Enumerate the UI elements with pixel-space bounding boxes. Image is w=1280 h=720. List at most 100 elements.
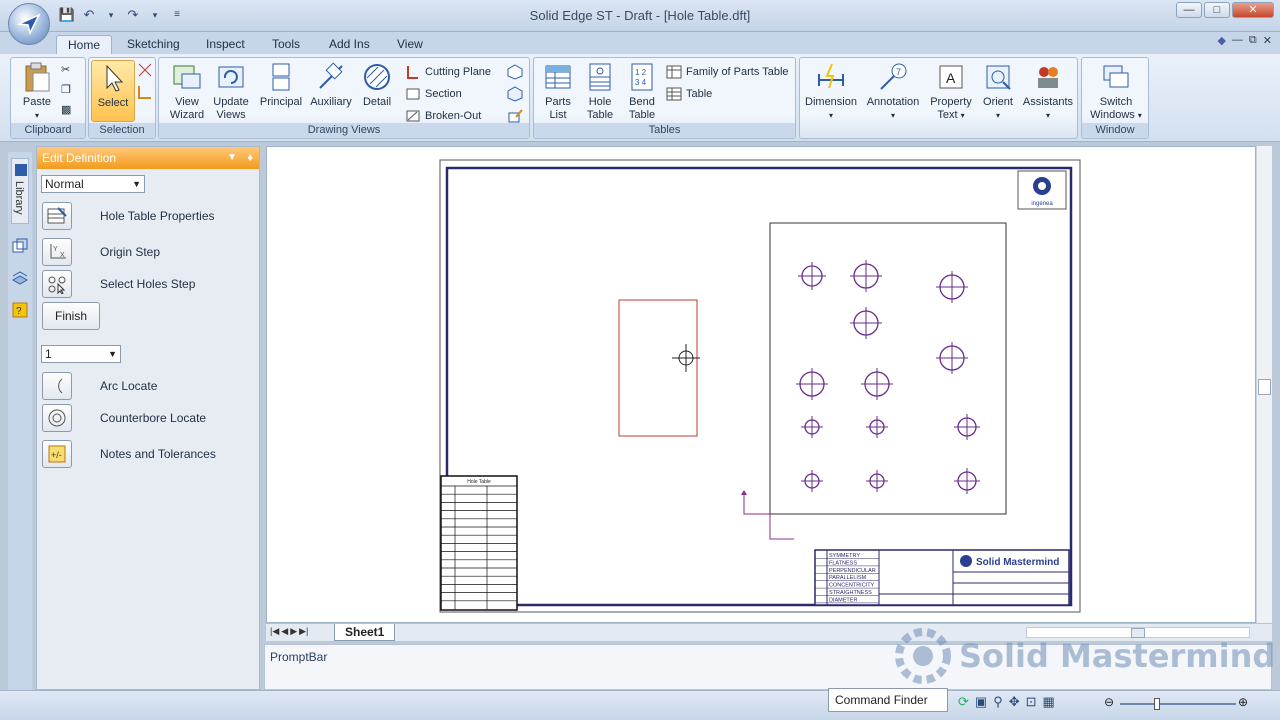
paste-special-icon[interactable]: ▩ — [61, 102, 71, 118]
drawing-views-group-label: Drawing Views — [159, 123, 529, 138]
assistants-button[interactable]: Assistants ▾ — [1020, 60, 1076, 122]
select-button[interactable]: Select — [91, 60, 135, 122]
origin-step-icon[interactable]: YX — [42, 238, 72, 266]
sheet-tab[interactable]: Sheet1 — [334, 624, 396, 641]
title-block-logo-icon — [960, 555, 972, 567]
maximize-button[interactable]: □ — [1204, 2, 1230, 18]
pan-icon[interactable]: ✥ — [1009, 694, 1020, 710]
cutting-plane-button[interactable]: Cutting Plane — [405, 64, 491, 80]
counterbore-locate-row[interactable]: Counterbore Locate — [42, 404, 206, 432]
selection-group: Select Selection — [88, 57, 156, 139]
solid-edge-logo-icon — [16, 13, 41, 36]
zoom-slider[interactable]: ⊖ ⊕ — [1104, 695, 1254, 711]
drawing-canvas[interactable]: ingenea Hole Table SYMMETRY FLATNESS PERPE… — [266, 146, 1256, 623]
finish-button[interactable]: Finish — [42, 302, 100, 330]
select-filter-icon[interactable] — [137, 84, 153, 100]
last-sheet-icon[interactable]: ▶| — [299, 626, 308, 637]
tables-group-label: Tables — [534, 123, 795, 138]
doc-restore-button[interactable]: ⧉ — [1249, 34, 1257, 47]
refresh-icon[interactable]: ⟳ — [958, 694, 969, 710]
view-wizard-button[interactable]: View Wizard — [165, 60, 209, 122]
auxiliary-button[interactable]: Auxiliary — [307, 60, 355, 109]
parts-list-button[interactable]: Parts List — [538, 60, 578, 122]
origin-step-row[interactable]: YX Origin Step — [42, 238, 160, 266]
count-select[interactable]: 1 ▼ — [41, 345, 121, 363]
bend-table-button[interactable]: 1 23 4 Bend Table — [622, 60, 662, 122]
update-views-icon — [218, 66, 244, 88]
panel-menu-icon[interactable]: ▼ — [227, 147, 237, 169]
arc-locate-row[interactable]: Arc Locate — [42, 372, 157, 400]
update-views-button[interactable]: Update Views — [209, 60, 253, 122]
annotation-button[interactable]: 7 Annotation ▾ — [862, 60, 924, 122]
pin-icon[interactable]: ♦ — [247, 147, 253, 169]
close-button[interactable]: ✕ — [1232, 2, 1274, 18]
cut-icon[interactable]: ✂ — [61, 62, 70, 78]
tab-add-ins[interactable]: Add Ins — [318, 35, 381, 55]
tab-inspect[interactable]: Inspect — [195, 35, 256, 55]
select-tools-icon[interactable] — [137, 62, 153, 78]
library-tab[interactable]: Library — [11, 158, 29, 224]
copy-icon[interactable]: ❐ — [61, 82, 71, 98]
tab-home[interactable]: Home — [56, 35, 113, 55]
principal-button[interactable]: Principal — [257, 60, 305, 109]
tab-sketching[interactable]: Sketching — [116, 35, 191, 55]
family-of-parts-table-button[interactable]: Family of Parts Table — [666, 64, 789, 80]
doc-minimize-button[interactable]: — — [1232, 34, 1243, 47]
prev-sheet-icon[interactable]: ◀ — [281, 626, 288, 637]
fit-icon[interactable]: ⊡ — [1026, 694, 1037, 710]
gdt-label: SYMMETRY — [829, 553, 860, 559]
counterbore-locate-icon[interactable] — [42, 404, 72, 432]
hole-table-button[interactable]: Hole Table — [580, 60, 620, 122]
command-finder-input[interactable]: Command Finder — [828, 688, 948, 712]
assistants-icon — [1038, 67, 1058, 88]
panel-header: Edit Definition ▼ ♦ — [37, 147, 259, 169]
drawing-views-group: View Wizard Update Views Principal Auxil… — [158, 57, 530, 139]
property-text-icon: A — [939, 65, 963, 89]
broken-out-button[interactable]: Broken-Out — [405, 108, 481, 124]
notes-tolerances-row[interactable]: +/- Notes and Tolerances — [42, 440, 216, 468]
section-button[interactable]: Section — [405, 86, 462, 102]
company-logo-text: ingenea — [1031, 201, 1053, 207]
switch-windows-button[interactable]: Switch Windows ▾ — [1086, 60, 1146, 122]
first-sheet-icon[interactable]: |◀ — [270, 626, 279, 637]
hole-table[interactable]: Hole Table — [440, 475, 518, 611]
zoom-area-icon[interactable]: ▣ — [975, 694, 987, 710]
mode-select[interactable]: Normal ▼ — [41, 175, 145, 193]
help-icon[interactable]: ◆ — [1217, 34, 1225, 47]
sheets-icon[interactable] — [11, 270, 29, 289]
zoom-in-icon[interactable]: ⊕ — [1238, 695, 1248, 709]
tab-view[interactable]: View — [386, 35, 434, 55]
window-title: Solid Edge ST - Draft - [Hole Table.dft] — [529, 8, 751, 23]
zoom-slider-thumb[interactable] — [1154, 698, 1160, 710]
select-holes-step-row[interactable]: Select Holes Step — [42, 270, 195, 298]
view-edit-icon[interactable] — [507, 108, 523, 124]
notes-tolerances-icon[interactable]: +/- — [42, 440, 72, 468]
arc-locate-icon[interactable] — [42, 372, 72, 400]
table-button[interactable]: Table — [666, 86, 712, 102]
view-tools: ⟳ ▣ ⚲ ✥ ⊡ ▦ — [958, 694, 1055, 710]
zoom-icon[interactable]: ⚲ — [993, 694, 1003, 710]
view-3d-icon[interactable] — [507, 86, 523, 102]
vertical-scrollbar[interactable] — [1256, 146, 1272, 623]
dimension-button[interactable]: Dimension ▾ — [802, 60, 860, 122]
next-sheet-icon[interactable]: ▶ — [290, 626, 297, 637]
tab-tools[interactable]: Tools — [261, 35, 311, 55]
select-holes-step-icon[interactable] — [42, 270, 72, 298]
paste-button[interactable]: Paste ▾ — [15, 60, 59, 122]
sheet-view-icon[interactable]: ▦ — [1043, 694, 1055, 710]
detail-button[interactable]: Detail — [355, 60, 399, 109]
gdt-label: DIAMETER — [829, 597, 857, 603]
doc-close-button[interactable]: ✕ — [1263, 34, 1272, 47]
application-button[interactable] — [8, 3, 50, 45]
property-text-button[interactable]: A Property Text ▾ — [926, 60, 976, 122]
svg-text:A: A — [946, 70, 956, 86]
orient-button[interactable]: Orient ▾ — [978, 60, 1018, 122]
minimize-button[interactable]: — — [1176, 2, 1202, 18]
scroll-thumb[interactable] — [1258, 379, 1271, 395]
zoom-out-icon[interactable]: ⊖ — [1104, 695, 1114, 709]
layers-icon[interactable] — [12, 238, 28, 257]
hole-table-properties-row[interactable]: Hole Table Properties — [42, 202, 215, 230]
hole-table-properties-icon[interactable] — [42, 202, 72, 230]
view-cube-icon[interactable] — [507, 64, 523, 80]
properties-icon[interactable]: ? — [12, 302, 28, 321]
